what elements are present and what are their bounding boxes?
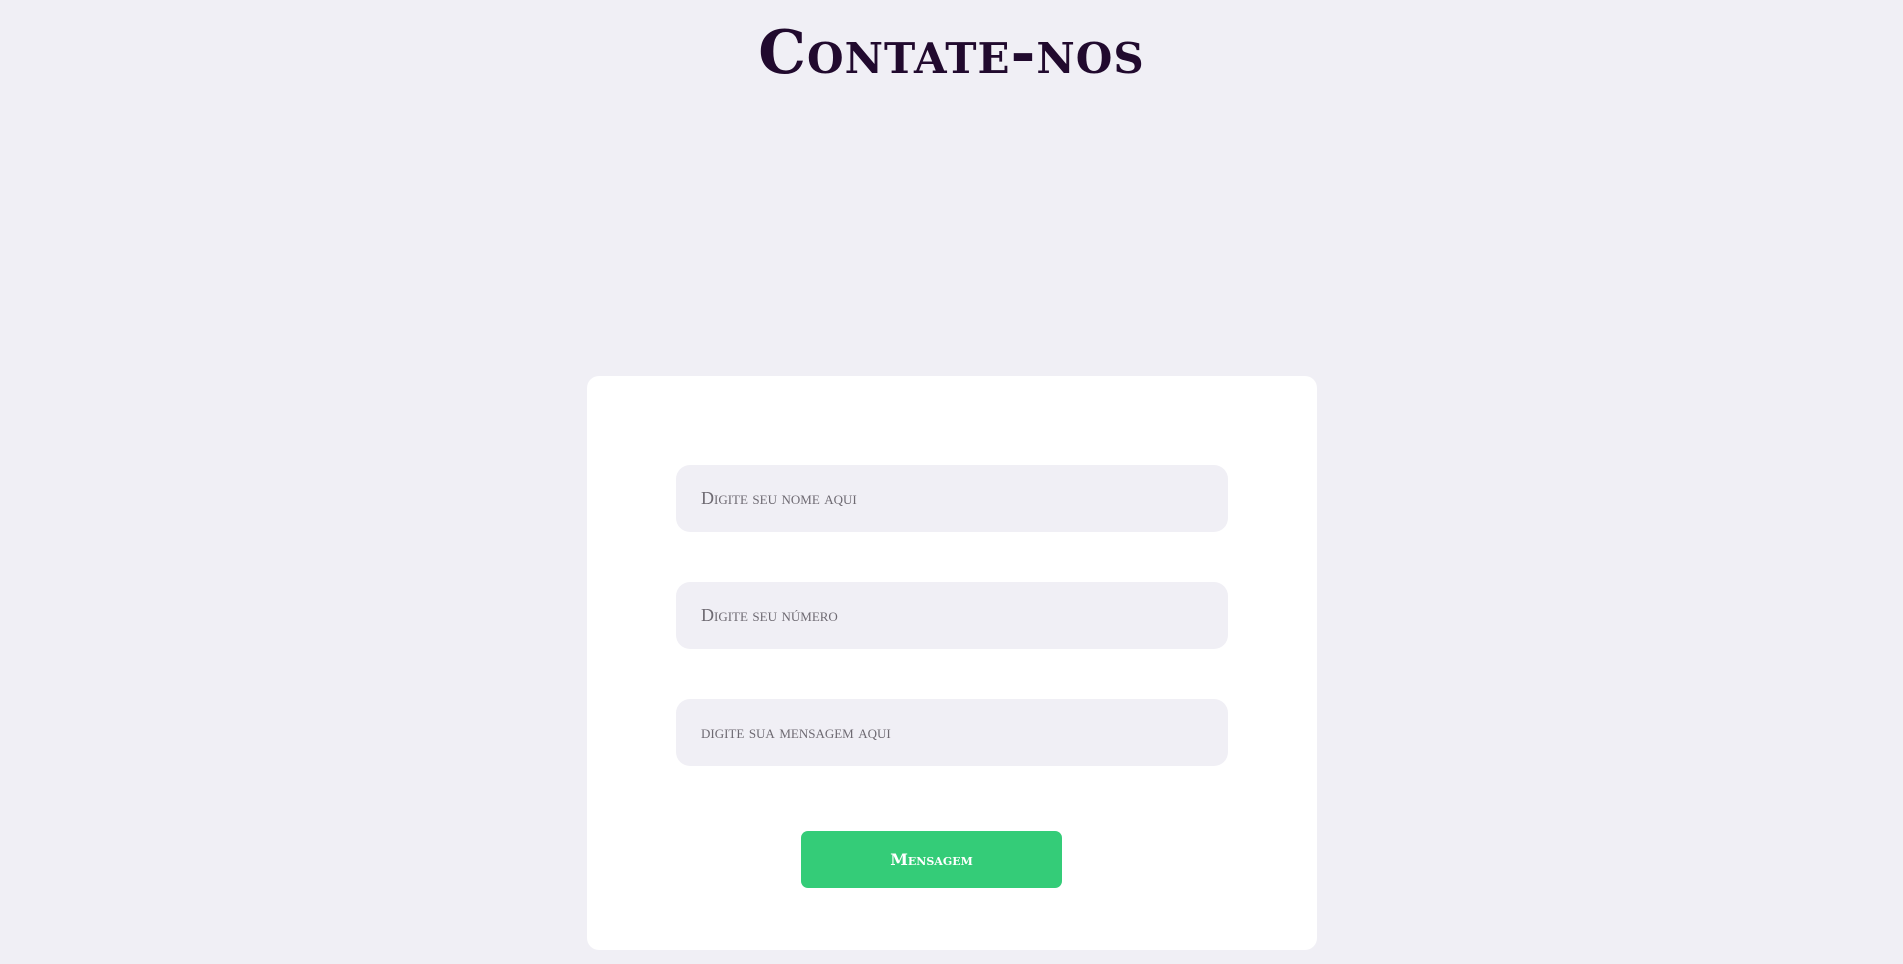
name-input[interactable] [676,465,1228,532]
send-message-button[interactable]: Mensagem [801,831,1062,888]
message-input[interactable] [676,699,1228,766]
page-title: Contate-nos [758,18,1145,88]
number-input[interactable] [676,582,1228,649]
contact-form-card: Mensagem [587,376,1317,950]
